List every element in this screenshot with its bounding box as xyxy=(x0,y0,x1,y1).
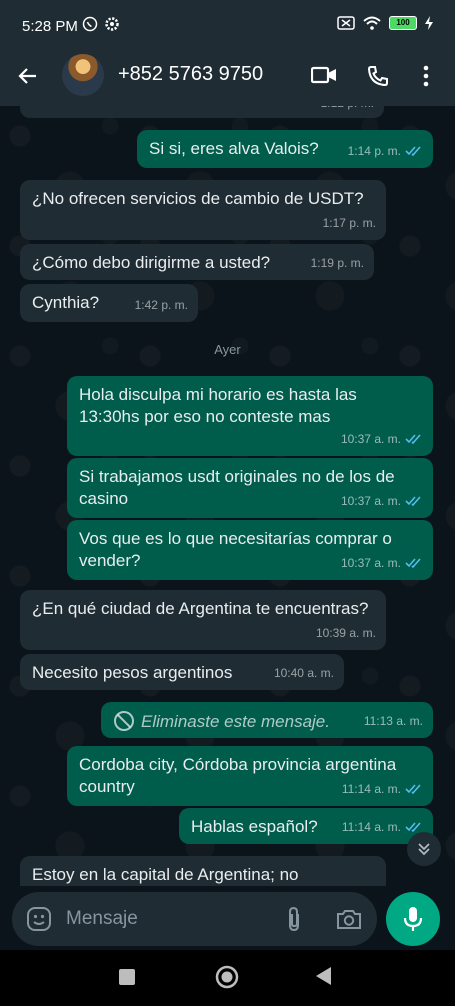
blocked-icon xyxy=(114,711,134,731)
message-bubble-outgoing[interactable]: Cordoba city, Córdoba provincia argentin… xyxy=(67,746,433,806)
read-receipt-icon xyxy=(405,434,421,445)
scroll-down-icon xyxy=(418,843,430,856)
message-time: 1:12 p. m. xyxy=(321,106,374,114)
message-composer: Mensaje xyxy=(12,892,377,946)
message-text: Si si, eres alva Valois? xyxy=(149,139,319,158)
message-bubble-outgoing[interactable]: Si trabajamos usdt originales no de los … xyxy=(67,458,433,518)
read-receipt-icon xyxy=(405,146,421,157)
read-receipt-icon xyxy=(405,558,421,569)
message-time: 1:19 p. m. xyxy=(310,256,364,270)
system-nav-bar xyxy=(0,950,455,1006)
read-receipt-icon xyxy=(405,784,421,795)
chat-header: +852 5763 9750 xyxy=(0,44,455,106)
message-time: 1:42 p. m. xyxy=(134,298,188,312)
attach-icon[interactable] xyxy=(286,906,302,932)
message-bubble-incoming[interactable]: ¿Cómo debo dirigirme a usted? 1:19 p. m. xyxy=(20,244,374,280)
message-text: ¿Cómo debo dirigirme a usted? xyxy=(32,253,271,272)
message-bubble-outgoing[interactable]: Hablas español? 11:14 a. m. xyxy=(179,808,433,844)
wifi-icon xyxy=(363,16,381,30)
message-text: ¿En qué ciudad de Argentina te encuentra… xyxy=(32,599,369,618)
recents-icon[interactable] xyxy=(118,968,136,986)
no-sim-icon xyxy=(337,16,355,30)
phone-icon[interactable] xyxy=(366,64,390,88)
message-input[interactable]: Mensaje xyxy=(66,908,138,930)
message-bubble-incoming[interactable]: Necesito pesos argentinos 10:40 a. m. xyxy=(20,654,344,690)
status-time: 5:28 PM xyxy=(22,18,78,35)
message-time: 10:40 a. m. xyxy=(273,666,334,680)
scroll-down-button[interactable] xyxy=(407,832,441,866)
message-time: 10:39 a. m. xyxy=(315,626,376,640)
message-bubble-incoming[interactable]: ¿En qué ciudad de Argentina te encuentra… xyxy=(20,590,386,650)
message-text: Estoy en la capital de Argentina; no xyxy=(32,865,299,884)
settings-icon xyxy=(105,17,119,31)
charging-icon xyxy=(425,16,433,30)
message-bubble-incoming[interactable]: Cynthia? 1:42 p. m. xyxy=(20,284,198,322)
message-bubble-incoming[interactable]: 1:12 p. m. xyxy=(20,106,384,118)
message-text: Eliminaste este mensaje. xyxy=(141,712,330,731)
message-text: Cynthia? xyxy=(32,293,100,312)
message-time: 10:37 a. m. xyxy=(340,556,401,570)
message-bubble-outgoing[interactable]: Hola disculpa mi horario es hasta las 13… xyxy=(67,376,433,456)
mic-button[interactable] xyxy=(386,892,440,946)
contact-name[interactable]: +852 5763 9750 xyxy=(118,63,263,86)
back-nav-icon[interactable] xyxy=(314,966,332,986)
message-bubble-incoming[interactable]: ¿No ofrecen servicios de cambio de USDT?… xyxy=(20,180,386,240)
message-text: Hablas español? xyxy=(191,817,318,836)
emoji-icon[interactable] xyxy=(26,906,52,932)
mic-icon xyxy=(403,907,423,931)
read-receipt-icon xyxy=(405,822,421,833)
avatar[interactable] xyxy=(62,54,104,96)
message-text: Hola disculpa mi horario es hasta las 13… xyxy=(79,385,357,426)
message-time: 11:14 a. m. xyxy=(341,820,401,834)
message-bubble-incoming[interactable]: Estoy en la capital de Argentina; no xyxy=(20,856,386,886)
read-receipt-icon xyxy=(405,496,421,507)
status-bar: 5:28 PM 100 xyxy=(0,0,455,44)
whatsapp-notification-icon xyxy=(82,16,98,32)
message-time: 10:37 a. m. xyxy=(340,432,401,446)
message-time: 11:13 a. m. xyxy=(363,714,423,728)
message-time: 11:14 a. m. xyxy=(341,782,401,796)
message-bubble-outgoing[interactable]: Si si, eres alva Valois? 1:14 p. m. xyxy=(137,130,433,168)
message-bubble-deleted[interactable]: Eliminaste este mensaje. 11:13 a. m. xyxy=(101,702,433,738)
message-text: ¿No ofrecen servicios de cambio de USDT? xyxy=(32,189,364,208)
video-call-icon[interactable] xyxy=(311,64,337,86)
home-icon[interactable] xyxy=(214,964,240,990)
day-separator: Ayer xyxy=(214,342,241,357)
camera-icon[interactable] xyxy=(336,908,362,930)
message-bubble-outgoing[interactable]: Vos que es lo que necesitarías comprar o… xyxy=(67,520,433,580)
chat-area[interactable]: 1:12 p. m. Si si, eres alva Valois? 1:14… xyxy=(0,106,455,886)
message-time: 1:14 p. m. xyxy=(347,144,401,158)
battery-icon: 100 xyxy=(389,16,417,30)
message-time: 1:17 p. m. xyxy=(322,216,376,230)
message-time: 10:37 a. m. xyxy=(340,494,401,508)
back-arrow-icon[interactable] xyxy=(16,64,40,88)
more-vert-icon[interactable] xyxy=(422,64,430,88)
message-text: Necesito pesos argentinos xyxy=(32,663,233,682)
